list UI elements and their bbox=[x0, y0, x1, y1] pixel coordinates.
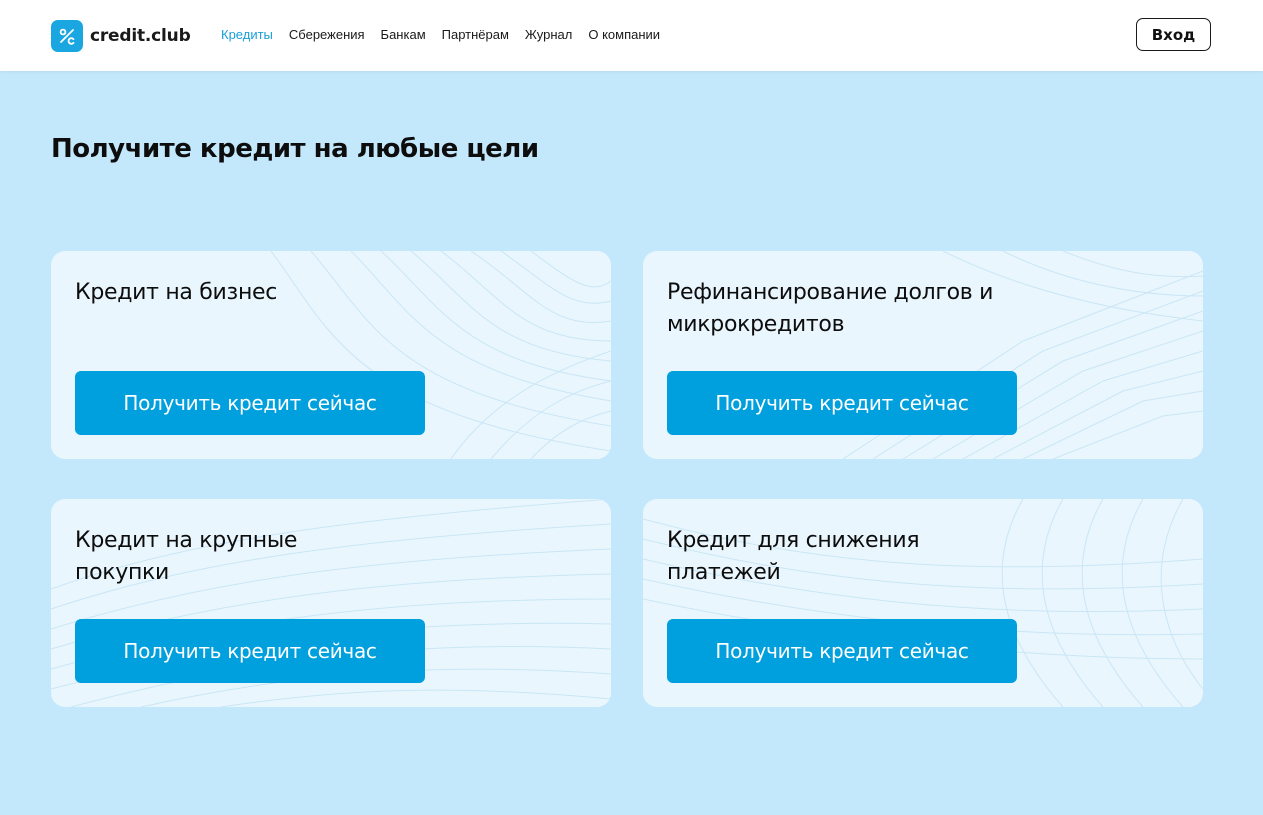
card-business-credit: Кредит на бизнес Получить кредит сейчас bbox=[51, 251, 611, 459]
nav-item-partners[interactable]: Партнёрам bbox=[442, 27, 509, 42]
card-refinancing: Рефинансирование долгов и микрокредитов … bbox=[643, 251, 1203, 459]
percent-badge-icon bbox=[51, 19, 83, 52]
nav-item-credits[interactable]: Кредиты bbox=[221, 27, 273, 42]
card-title: Кредит для снижения платежей bbox=[667, 528, 920, 585]
page-title: Получите кредит на любые цели bbox=[51, 134, 539, 164]
login-button[interactable]: Вход bbox=[1136, 18, 1211, 51]
get-credit-button[interactable]: Получить кредит сейчас bbox=[75, 619, 425, 683]
card-payment-reduction: Кредит для снижения платежей Получить кр… bbox=[643, 499, 1203, 707]
card-title: Кредит на бизнес bbox=[75, 280, 278, 305]
get-credit-button[interactable]: Получить кредит сейчас bbox=[667, 619, 1017, 683]
site-header: credit.club Кредиты Сбережения Банкам Па… bbox=[0, 0, 1263, 71]
main-nav: Кредиты Сбережения Банкам Партнёрам Журн… bbox=[221, 27, 660, 42]
nav-item-journal[interactable]: Журнал bbox=[525, 27, 572, 42]
nav-item-about[interactable]: О компании bbox=[588, 27, 660, 42]
card-large-purchases: Кредит на крупные покупки Получить креди… bbox=[51, 499, 611, 707]
nav-item-banks[interactable]: Банкам bbox=[381, 27, 426, 42]
card-title: Кредит на крупные покупки bbox=[75, 528, 298, 585]
card-title: Рефинансирование долгов и микрокредитов bbox=[667, 280, 994, 337]
get-credit-button[interactable]: Получить кредит сейчас bbox=[75, 371, 425, 435]
logo[interactable]: credit.club bbox=[51, 19, 191, 52]
nav-item-savings[interactable]: Сбережения bbox=[289, 27, 365, 42]
logo-text: credit.club bbox=[90, 25, 191, 46]
get-credit-button[interactable]: Получить кредит сейчас bbox=[667, 371, 1017, 435]
